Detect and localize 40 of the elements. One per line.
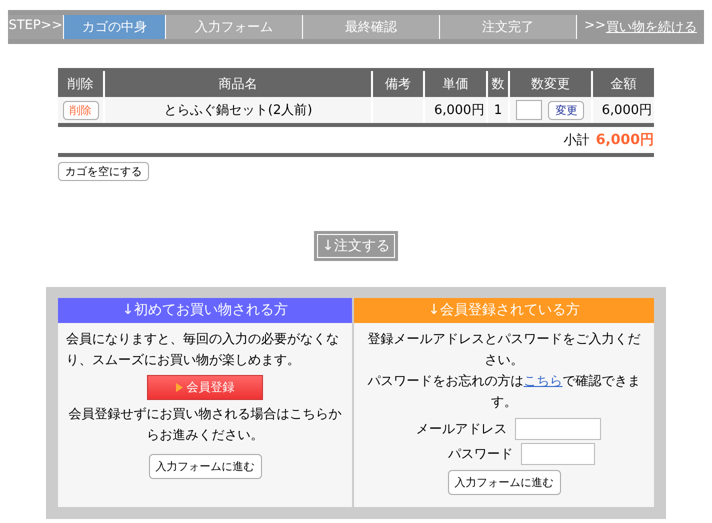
subtotal-value: 6,000円: [596, 131, 654, 149]
column-header: 単価: [424, 70, 488, 97]
play-icon: [176, 383, 182, 392]
forgot-password-text: パスワードをお忘れの方はこちらで確認できます。: [366, 373, 642, 412]
password-field[interactable]: [521, 443, 595, 465]
step-tab[interactable]: 入力フォーム: [166, 15, 303, 39]
column-header: 削除: [58, 70, 104, 97]
email-label: メールアドレス: [415, 420, 507, 438]
email-field[interactable]: [515, 418, 601, 440]
subtotal-label: 小計: [564, 132, 590, 149]
unit-price: 6,000円: [424, 97, 488, 123]
login-instructions: 登録メールアドレスとパスワードをご入力ください。: [366, 331, 642, 370]
quantity: 1: [487, 97, 509, 123]
member-benefit-text: 会員になりますと、毎回の入力の必要がなくなり、スムーズにお買い物が楽しめます。: [66, 331, 340, 370]
product-name: とらふぐ鍋セット(2人前): [104, 97, 372, 123]
link-prefix: >>: [584, 18, 606, 35]
delete-button[interactable]: 削除: [62, 100, 99, 120]
forgot-password-link[interactable]: こちら: [524, 374, 562, 389]
proceed-button[interactable]: 入力フォームに進む: [148, 454, 262, 479]
column-header: 備考: [372, 70, 424, 97]
column-header: 数変更: [508, 70, 592, 97]
section-heading: ↓初めてお買い物される方: [58, 298, 352, 323]
step-tab[interactable]: 最終確認: [303, 15, 440, 39]
column-header: 数: [487, 70, 509, 97]
continue-shopping-link[interactable]: 買い物を続ける: [606, 18, 697, 36]
quantity-field[interactable]: [516, 100, 542, 120]
empty-cart-button[interactable]: カゴを空にする: [58, 162, 149, 181]
guest-text: 会員登録せずにお買い物される場合はこちらからお進みください。: [68, 406, 342, 445]
password-label: パスワード: [447, 446, 513, 464]
order-button[interactable]: ↓注文する: [314, 231, 398, 261]
section-heading: ↓会員登録されている方: [354, 298, 654, 323]
step-label: STEP>>: [8, 15, 64, 39]
step-tab[interactable]: カゴの中身: [64, 15, 166, 39]
register-button[interactable]: 会員登録: [147, 375, 263, 400]
step-tab[interactable]: 注文完了: [440, 15, 577, 39]
column-header: 金額: [592, 70, 654, 97]
amount: 6,000円: [592, 97, 654, 123]
change-button[interactable]: 変更: [548, 100, 584, 120]
proceed-button[interactable]: 入力フォームに進む: [448, 470, 560, 495]
column-header: 商品名: [104, 70, 372, 97]
